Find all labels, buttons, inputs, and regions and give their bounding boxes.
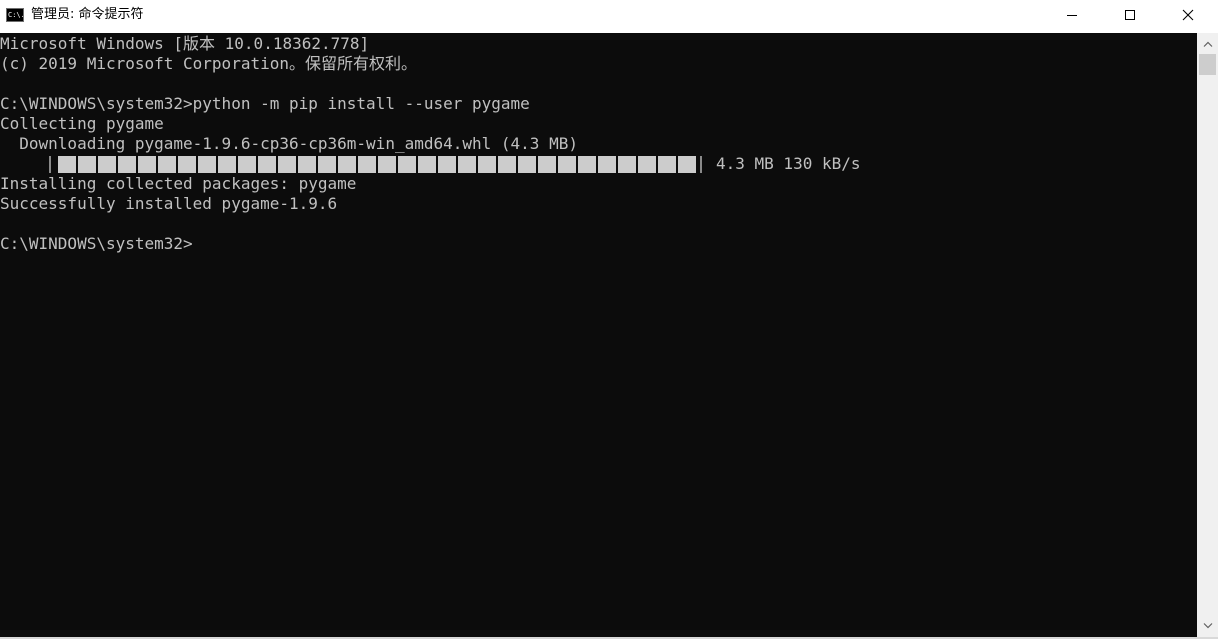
- minimize-button[interactable]: [1043, 0, 1101, 30]
- console-line: Successfully installed pygame-1.9.6: [0, 194, 338, 213]
- console-line: C:\WINDOWS\system32>python -m pip instal…: [0, 94, 530, 113]
- progress-bar-track: [58, 156, 696, 173]
- console-text: Microsoft Windows [版本 10.0.18362.778] (c)…: [0, 34, 861, 254]
- console-line: Installing collected packages: pygame: [0, 174, 357, 193]
- minimize-icon: [1067, 15, 1077, 16]
- close-icon: [1182, 9, 1194, 21]
- console-line: Collecting pygame: [0, 114, 164, 133]
- title-bar[interactable]: C:\. 管理员: 命令提示符: [0, 0, 1218, 32]
- scroll-up-button[interactable]: [1197, 35, 1218, 52]
- chevron-up-icon: [1203, 41, 1212, 47]
- maximize-button[interactable]: [1101, 0, 1159, 30]
- chevron-down-icon: [1203, 622, 1212, 628]
- scroll-down-button[interactable]: [1197, 617, 1218, 634]
- progress-bar-right-edge: [700, 156, 702, 173]
- progress-bar-left-edge: [49, 156, 51, 173]
- close-button[interactable]: [1159, 0, 1217, 30]
- cmd-app-icon[interactable]: C:\.: [6, 8, 24, 22]
- vertical-scrollbar[interactable]: [1197, 33, 1218, 637]
- scrollbar-thumb[interactable]: [1199, 54, 1216, 75]
- console-line: Microsoft Windows [版本 10.0.18362.778]: [0, 34, 370, 53]
- cmd-window: C:\. 管理员: 命令提示符 Microsoft Windows [版本 10…: [0, 0, 1218, 639]
- maximize-icon: [1125, 10, 1135, 20]
- console-line: Downloading pygame-1.9.6-cp36-cp36m-win_…: [0, 134, 578, 153]
- console-prompt: C:\WINDOWS\system32>: [0, 234, 193, 253]
- progress-info: 4.3 MB 130 kB/s: [716, 154, 861, 173]
- window-title: 管理员: 命令提示符: [31, 7, 144, 22]
- progress-bar-fill: [58, 156, 696, 173]
- console-output[interactable]: Microsoft Windows [版本 10.0.18362.778] (c)…: [0, 33, 1197, 637]
- download-progress: 4.3 MB 130 kB/s: [0, 154, 861, 174]
- console-line: (c) 2019 Microsoft Corporation。保留所有权利。: [0, 54, 417, 73]
